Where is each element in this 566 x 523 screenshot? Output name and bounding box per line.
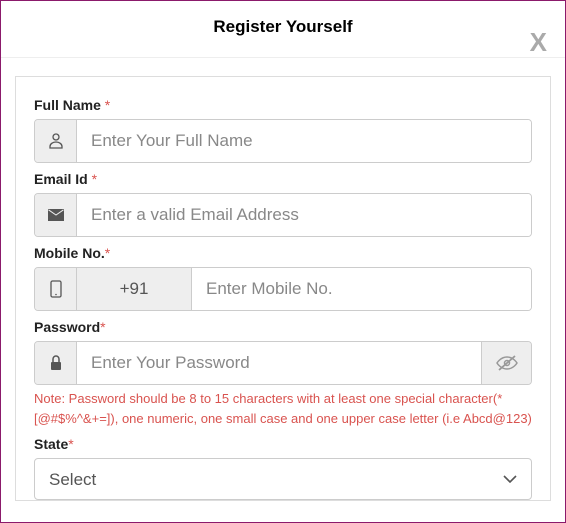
mobile-input-group: +91 (34, 267, 532, 311)
required-indicator: * (100, 319, 105, 335)
modal-body-wrapper: Full Name * Email Id * (1, 58, 565, 501)
mobile-icon (35, 268, 77, 310)
email-input[interactable] (77, 194, 531, 236)
required-indicator: * (105, 97, 110, 113)
email-group: Email Id * (34, 171, 532, 237)
state-label: State* (34, 436, 532, 452)
password-input[interactable] (77, 342, 481, 384)
label-text: Password (34, 319, 100, 335)
envelope-icon (35, 194, 77, 236)
required-indicator: * (105, 245, 110, 261)
password-label: Password* (34, 319, 532, 335)
email-input-group (34, 193, 532, 237)
label-text: Full Name (34, 97, 105, 113)
fullname-input[interactable] (77, 120, 531, 162)
fullname-input-group (34, 119, 532, 163)
modal-header: Register Yourself X (1, 1, 565, 58)
user-icon (35, 120, 77, 162)
label-text: Mobile No. (34, 245, 105, 261)
lock-icon (35, 342, 77, 384)
password-note: Note: Password should be 8 to 15 charact… (34, 389, 532, 428)
close-button[interactable]: X (530, 29, 547, 55)
mobile-label: Mobile No.* (34, 245, 532, 261)
mobile-input[interactable] (192, 268, 531, 310)
toggle-password-visibility[interactable] (481, 342, 531, 384)
fullname-label: Full Name * (34, 97, 532, 113)
mobile-prefix: +91 (77, 268, 192, 310)
state-select-group: Select (34, 458, 532, 500)
label-text: Email Id (34, 171, 92, 187)
mobile-group: Mobile No.* +91 (34, 245, 532, 311)
modal-body[interactable]: Full Name * Email Id * (15, 76, 551, 501)
modal-title: Register Yourself (1, 17, 565, 37)
eye-slash-icon (496, 354, 518, 372)
required-indicator: * (92, 171, 97, 187)
password-group: Password* Note: Password should be 8 to … (34, 319, 532, 428)
password-input-group (34, 341, 532, 385)
email-label: Email Id * (34, 171, 532, 187)
state-select[interactable]: Select (35, 459, 531, 499)
state-group: State* Select (34, 436, 532, 500)
fullname-group: Full Name * (34, 97, 532, 163)
label-text: State (34, 436, 68, 452)
required-indicator: * (68, 436, 73, 452)
